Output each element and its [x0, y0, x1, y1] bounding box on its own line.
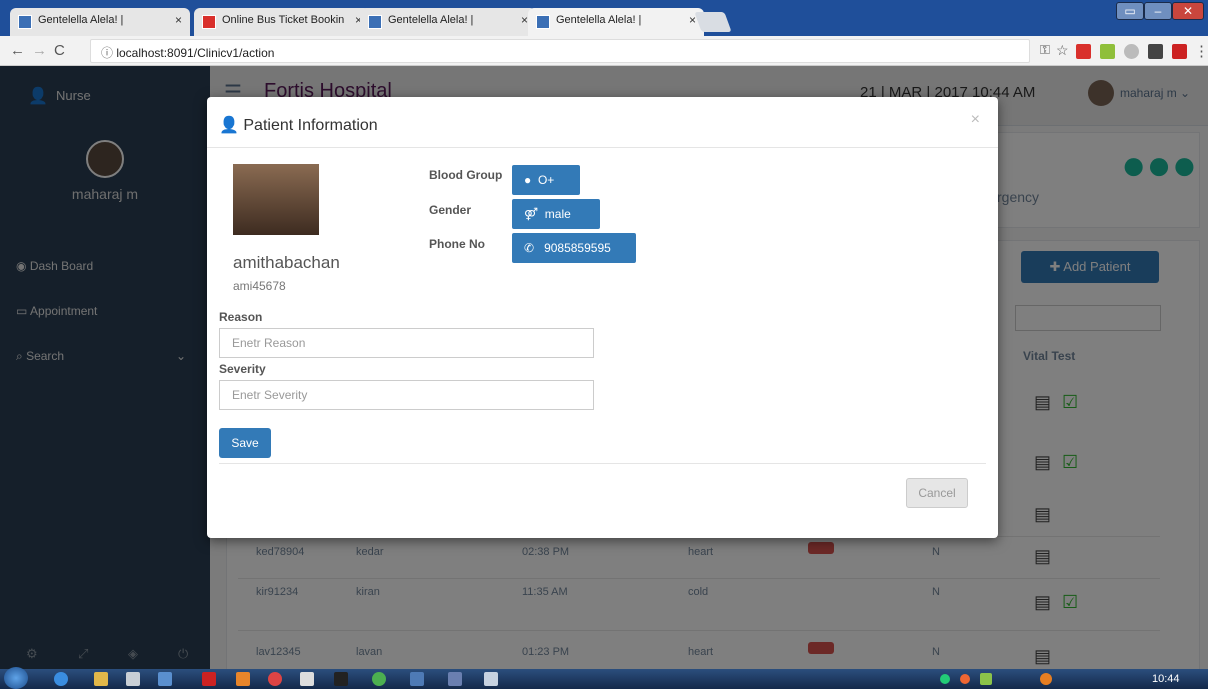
url-text: localhost:8091/Clinicv1/action — [116, 46, 275, 60]
close-icon[interactable]: × — [521, 13, 528, 27]
gender-value: male — [544, 207, 571, 221]
phone-value: 9085859595 — [544, 241, 611, 255]
blood-group-value: O+ — [537, 173, 555, 187]
modal-title: 👤 Patient Information — [219, 115, 378, 135]
gender-label: Gender — [429, 203, 472, 217]
tab-title: Gentelella Alela! | — [556, 14, 642, 26]
star-icon[interactable]: ☆ — [1056, 42, 1069, 59]
ie-icon[interactable] — [54, 672, 68, 686]
start-button[interactable] — [4, 667, 28, 689]
browser-tab-active[interactable]: Gentelella Alela! | × — [528, 8, 704, 36]
cmd-icon[interactable] — [334, 672, 348, 686]
patient-id: ami45678 — [233, 279, 286, 293]
app-icon[interactable] — [158, 672, 172, 686]
gender-icon: ⚤ — [524, 207, 542, 221]
reload-icon[interactable]: C — [54, 42, 65, 59]
cancel-button[interactable]: Cancel — [906, 478, 968, 508]
new-tab-button[interactable] — [694, 12, 732, 32]
info-icon: ⓘ — [101, 46, 117, 60]
divider — [207, 147, 998, 148]
extension-icon[interactable] — [1100, 44, 1115, 59]
modal-title-text: Patient Information — [243, 117, 378, 134]
extension-icon[interactable] — [1148, 44, 1163, 59]
divider — [219, 463, 986, 464]
reason-label: Reason — [219, 310, 263, 324]
window-close-button[interactable]: ✕ — [1172, 2, 1204, 20]
tab-title: Gentelella Alela! | — [388, 14, 474, 26]
url-input[interactable]: ⓘ localhost:8091/Clinicv1/action — [90, 39, 1030, 63]
tab-title: Gentelella Alela! | — [38, 14, 124, 26]
tray-icon[interactable] — [980, 673, 992, 685]
browser-tab[interactable]: Gentelella Alela! | × — [10, 8, 190, 36]
windows-taskbar: 10:44 — [0, 667, 1208, 689]
chrome-icon[interactable] — [372, 672, 386, 686]
pdf-icon[interactable] — [202, 672, 216, 686]
phone-badge: ✆ 9085859595 — [512, 233, 636, 263]
tab-title: Online Bus Ticket Bookin — [222, 14, 345, 26]
minimize-button[interactable]: – — [1144, 2, 1172, 20]
patient-info-modal: 👤 Patient Information × amithabachan ami… — [207, 97, 998, 538]
key-icon[interactable]: ⚿ — [1040, 42, 1050, 58]
browser-tab[interactable]: Online Bus Ticket Bookin × — [194, 8, 370, 36]
phone-label: Phone No — [429, 237, 485, 251]
save-button[interactable]: Save — [219, 428, 271, 458]
back-icon[interactable]: ← — [10, 42, 25, 59]
phone-icon: ✆ — [524, 241, 538, 255]
patient-photo — [233, 164, 319, 235]
app-icon — [536, 15, 550, 29]
browser-tab-bar: Gentelella Alela! | × Online Bus Ticket … — [0, 0, 1208, 36]
patient-name: amithabachan — [233, 253, 340, 272]
droplet-icon: ● — [524, 173, 535, 187]
severity-input[interactable]: Enetr Severity — [219, 380, 594, 410]
user-icon: 👤 — [219, 117, 244, 134]
app-icon — [368, 15, 382, 29]
app-icon — [18, 15, 32, 29]
folder-icon[interactable] — [94, 672, 108, 686]
tray-icon[interactable] — [1040, 673, 1052, 685]
tray-icon[interactable] — [960, 674, 970, 684]
menu-dots-icon[interactable]: ⋮ — [1194, 42, 1208, 60]
extension-icon[interactable] — [1124, 44, 1139, 59]
close-icon[interactable]: × — [175, 13, 182, 27]
app-icon[interactable] — [448, 672, 462, 686]
app-icon[interactable] — [410, 672, 424, 686]
java-icon[interactable] — [484, 672, 498, 686]
blood-group-badge: ● O+ — [512, 165, 580, 195]
close-icon[interactable]: × — [971, 111, 980, 129]
gender-badge: ⚤ male — [512, 199, 600, 229]
app-icon[interactable] — [126, 672, 140, 686]
app-icon[interactable] — [268, 672, 282, 686]
browser-tab[interactable]: Gentelella Alela! | × — [360, 8, 536, 36]
vlc-icon[interactable] — [236, 672, 250, 686]
extension-icon[interactable] — [1076, 44, 1091, 59]
forward-icon[interactable]: → — [32, 42, 47, 59]
blood-group-label: Blood Group — [429, 168, 503, 182]
pdf-icon[interactable] — [1172, 44, 1187, 59]
address-bar: ← → C ⓘ localhost:8091/Clinicv1/action ⚿… — [0, 36, 1208, 66]
system-clock: 10:44 — [1152, 673, 1180, 685]
tray-icon[interactable] — [940, 674, 950, 684]
redbus-icon — [202, 15, 216, 29]
reason-input[interactable]: Enetr Reason — [219, 328, 594, 358]
notepad-icon[interactable] — [300, 672, 314, 686]
user-profile-button[interactable]: ▭ — [1116, 2, 1144, 20]
severity-label: Severity — [219, 362, 266, 376]
